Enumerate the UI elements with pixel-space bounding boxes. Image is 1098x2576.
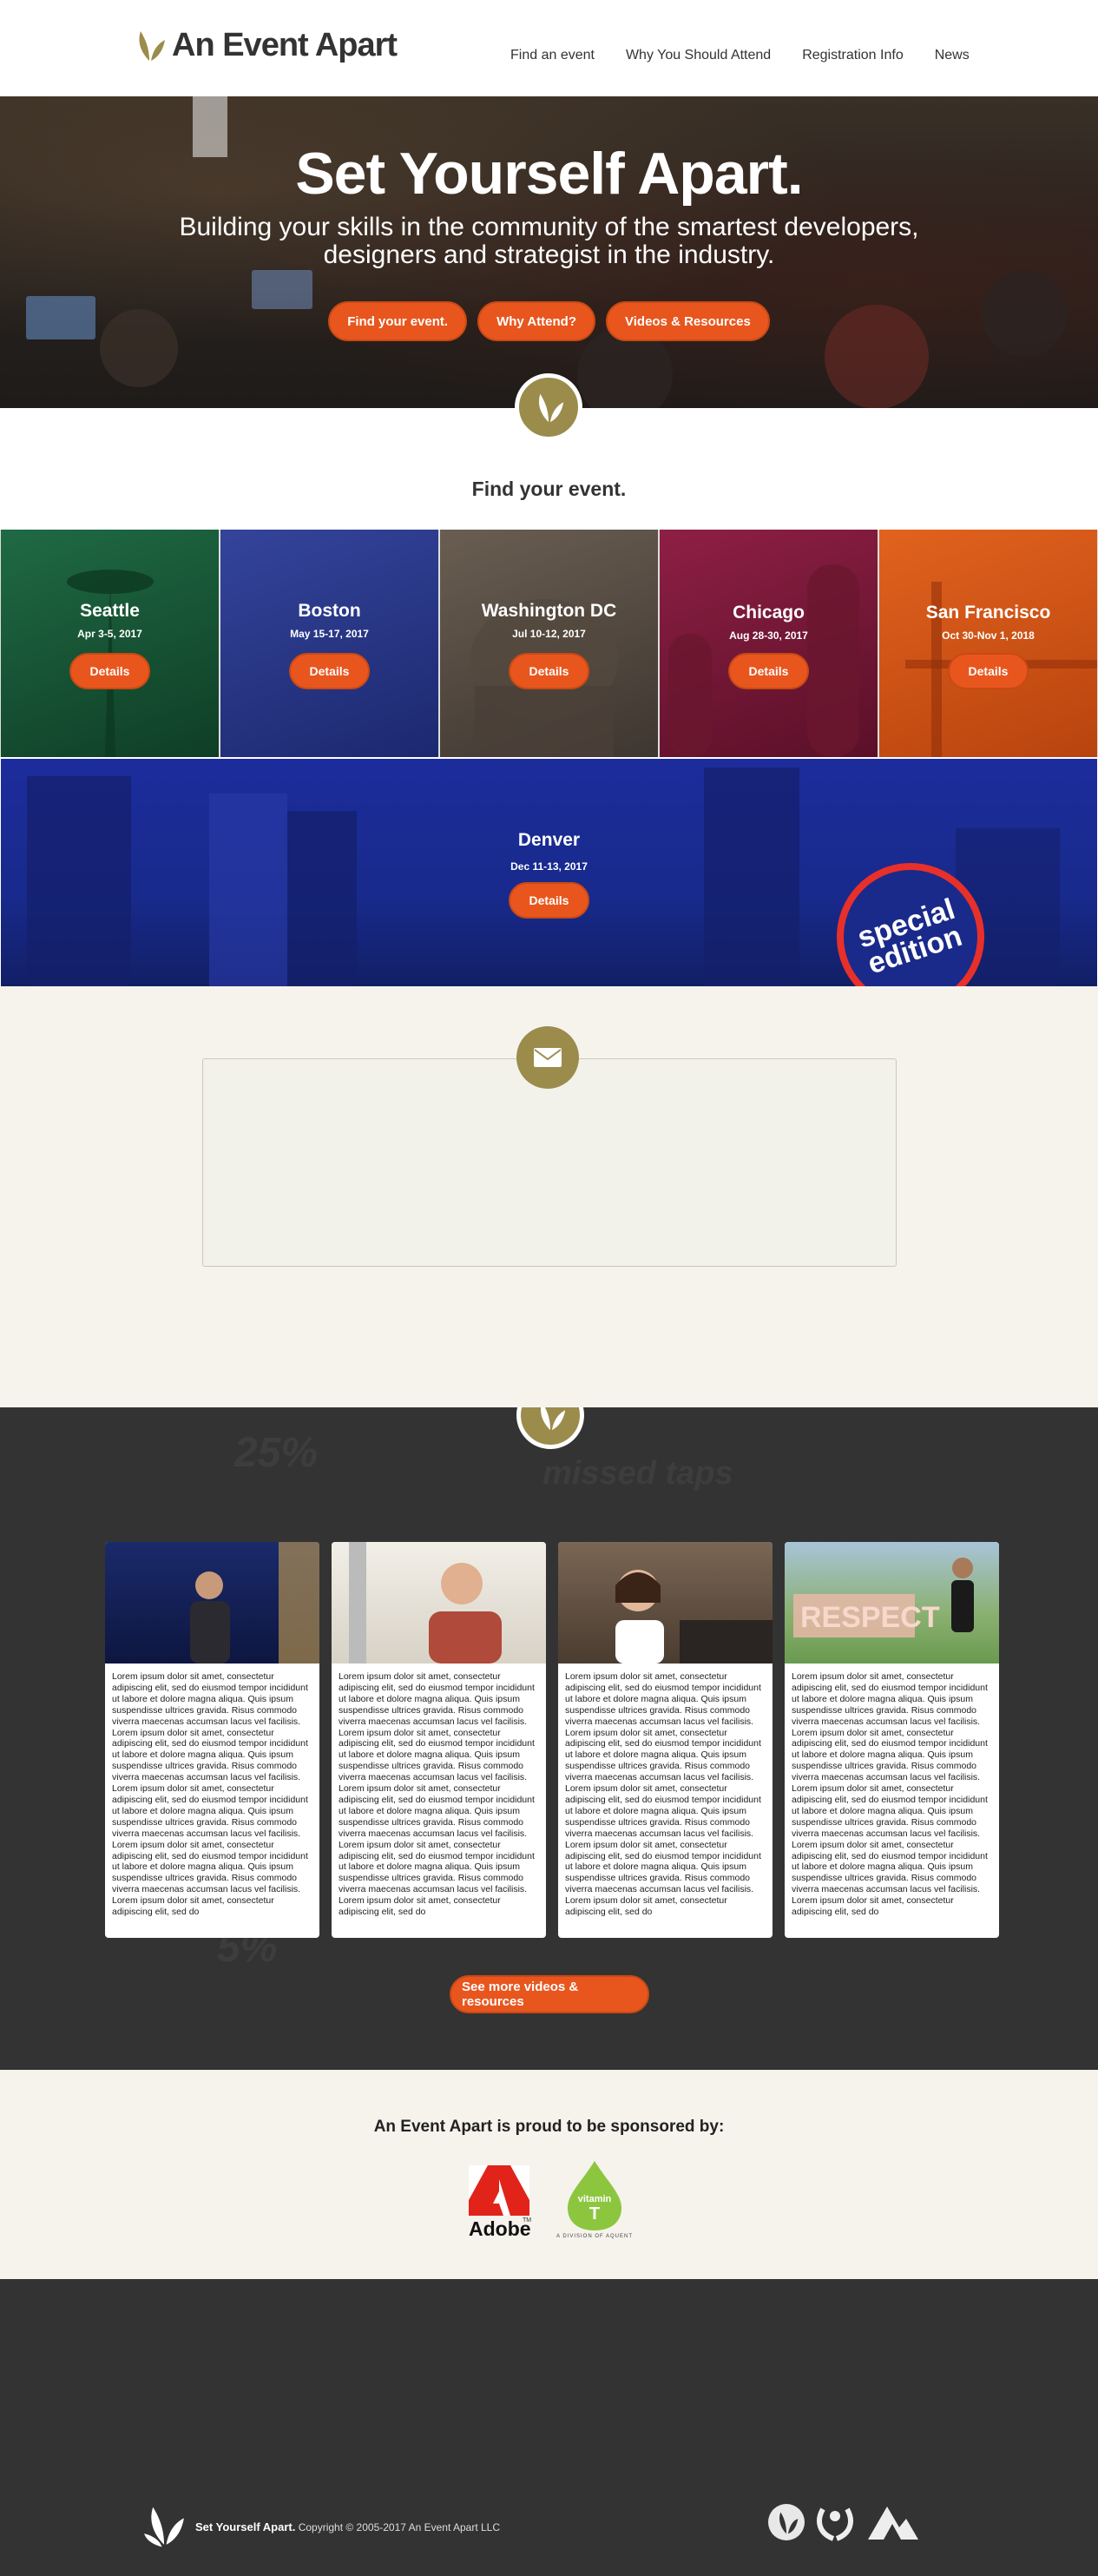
site-header: An Event Apart Find an event Why You Sho… <box>0 0 1098 96</box>
city-date: Apr 3-5, 2017 <box>77 628 142 640</box>
newsletter-box <box>202 1058 897 1267</box>
city-grid: Seattle Apr 3-5, 2017 Details Boston May… <box>0 530 1098 757</box>
nav-find-event[interactable]: Find an event <box>510 48 595 63</box>
washington-dc-details-button[interactable]: Details <box>508 653 590 689</box>
adobe-tm: TM <box>523 2217 532 2224</box>
nav-why-attend[interactable]: Why You Should Attend <box>626 48 771 63</box>
hero-subtitle: Building your skills in the community of… <box>179 213 919 269</box>
city-name: Boston <box>298 601 361 621</box>
sponsors-heading: An Event Apart is proud to be sponsored … <box>373 2118 725 2136</box>
leaf-badge-icon <box>515 373 582 441</box>
laurel-wreath-icon[interactable] <box>814 2500 856 2544</box>
see-more-videos-button[interactable]: See more videos & resources <box>450 1975 649 2013</box>
video-card-text: Lorem ipsum dolor sit amet, consectetur … <box>565 1671 761 1918</box>
find-event-heading: Find your event. <box>471 478 627 500</box>
city-date: May 15-17, 2017 <box>290 628 369 640</box>
golden-gate-illustration <box>905 582 1097 757</box>
mountain-logo-icon[interactable] <box>868 2507 918 2540</box>
city-date: Oct 30-Nov 1, 2018 <box>942 629 1035 642</box>
video-card[interactable]: RESPECT Lorem ipsum dolor sit amet, cons… <box>785 1542 999 1938</box>
seattle-details-button[interactable]: Details <box>69 653 151 689</box>
city-name: Washington DC <box>481 601 617 621</box>
speaker-photo[interactable] <box>332 1542 546 1664</box>
city-card-boston[interactable]: Boston May 15-17, 2017 Details <box>220 530 438 757</box>
vitamin-text: vitamin <box>577 2194 612 2204</box>
chicago-details-button[interactable]: Details <box>727 653 810 689</box>
leaf-logo-icon <box>139 31 165 61</box>
hero-section: Set Yourself Apart. Building your skills… <box>0 96 1098 408</box>
footer-tagline: Set Yourself Apart. <box>195 2520 296 2533</box>
hero-buttons: Find your event. Why Attend? Videos & Re… <box>0 301 1098 341</box>
envelope-badge-icon <box>516 1026 579 1089</box>
main-nav: Find an event Why You Should Attend Regi… <box>510 48 1001 63</box>
footer-badge-icon[interactable] <box>768 2504 805 2540</box>
respect-sign-text: RESPECT <box>800 1601 940 1634</box>
city-name: Seattle <box>80 601 140 621</box>
nav-registration-info[interactable]: Registration Info <box>802 48 904 63</box>
footer-copyright-text: Copyright © 2005-2017 An Event Apart LLC <box>298 2521 501 2533</box>
background-stat-text: 25% <box>234 1430 319 1476</box>
adobe-a-icon <box>469 2165 529 2216</box>
background-stat-text: missed taps <box>542 1455 733 1492</box>
city-card-denver[interactable]: Denver Dec 11-13, 2017 Details special ed… <box>1 759 1097 986</box>
speaker-photo[interactable] <box>558 1542 773 1664</box>
video-card[interactable]: Lorem ipsum dolor sit amet, consectetur … <box>105 1542 319 1938</box>
hero-title: Set Yourself Apart. <box>295 141 803 207</box>
city-name: San Francisco <box>925 603 1051 623</box>
site-footer: Set Yourself Apart. Copyright © 2005-201… <box>0 2279 1098 2576</box>
city-name: Denver <box>517 830 581 850</box>
find-event-section: Find your event. <box>0 373 1098 530</box>
vitamin-sub: A DIVISION OF AQUENT <box>556 2234 633 2239</box>
city-date: Jul 10-12, 2017 <box>512 628 586 640</box>
city-card-san-francisco[interactable]: San Francisco Oct 30-Nov 1, 2018 Details <box>879 530 1097 757</box>
marina-towers-illustration <box>668 564 859 757</box>
speaker-photo[interactable]: RESPECT <box>785 1542 999 1664</box>
videos-section: 25% missed taps 5% Lorem ipsum dolor sit… <box>0 1407 1098 2070</box>
sponsors-section: An Event Apart is proud to be sponsored … <box>0 2070 1098 2279</box>
video-card[interactable]: Lorem ipsum dolor sit amet, consectetur … <box>558 1542 773 1938</box>
denver-details-button[interactable]: Details <box>508 882 590 919</box>
why-attend-button[interactable]: Why Attend? <box>477 301 595 341</box>
adobe-wordmark: Adobe <box>469 2217 531 2240</box>
city-name: Chicago <box>733 603 805 623</box>
logo-text: An Event Apart <box>172 26 398 63</box>
site-logo[interactable]: An Event Apart <box>132 26 398 64</box>
footer-leaf-logo-icon[interactable] <box>141 2500 187 2549</box>
city-card-chicago[interactable]: Chicago Aug 28-30, 2017 Details <box>660 530 878 757</box>
video-cards: Lorem ipsum dolor sit amet, consectetur … <box>105 1542 999 1938</box>
videos-resources-button[interactable]: Videos & Resources <box>606 301 770 341</box>
adobe-logo[interactable]: Adobe TM <box>469 2165 532 2240</box>
speaker-photo[interactable] <box>105 1542 319 1664</box>
capitol-dome-illustration <box>470 599 618 757</box>
city-date: Aug 28-30, 2017 <box>729 629 808 642</box>
video-card-text: Lorem ipsum dolor sit amet, consectetur … <box>792 1671 988 1918</box>
city-card-seattle[interactable]: Seattle Apr 3-5, 2017 Details <box>1 530 219 757</box>
newsletter-section <box>0 986 1098 1407</box>
video-card[interactable]: Lorem ipsum dolor sit amet, consectetur … <box>332 1542 546 1938</box>
vitamin-t-logo[interactable]: vitamin T A DIVISION OF AQUENT <box>556 2161 634 2243</box>
city-card-washington-dc[interactable]: Washington DC Jul 10-12, 2017 Details <box>440 530 658 757</box>
video-card-text: Lorem ipsum dolor sit amet, consectetur … <box>112 1671 308 1918</box>
boston-details-button[interactable]: Details <box>288 653 371 689</box>
find-your-event-button[interactable]: Find your event. <box>328 301 468 341</box>
footer-copyright: Set Yourself Apart. Copyright © 2005-201… <box>195 2520 500 2533</box>
vitamin-t-letter: T <box>588 2204 601 2224</box>
san-francisco-details-button[interactable]: Details <box>947 653 1029 689</box>
nav-news[interactable]: News <box>935 48 970 63</box>
space-needle-illustration <box>67 570 154 757</box>
leaf-badge-icon <box>516 1407 584 1449</box>
video-card-text: Lorem ipsum dolor sit amet, consectetur … <box>339 1671 535 1918</box>
